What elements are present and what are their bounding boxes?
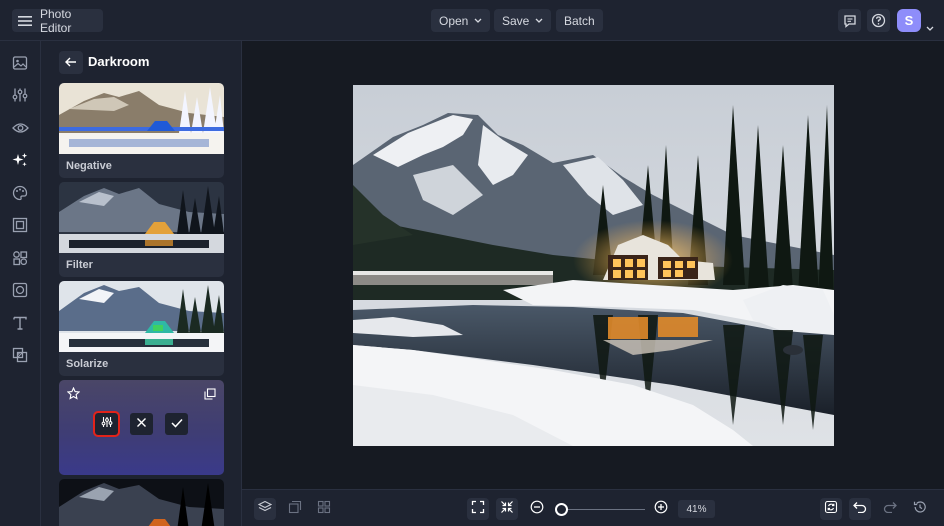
layers-overlay-icon[interactable]	[10, 345, 30, 365]
zoom-slider-thumb[interactable]	[555, 503, 568, 516]
effect-label: Negative	[66, 160, 112, 172]
sliders-icon	[101, 415, 113, 433]
eye-icon[interactable]	[10, 118, 30, 138]
effect-card-filter[interactable]: Filter	[59, 182, 224, 277]
image-icon[interactable]	[10, 53, 30, 73]
save-label: Save	[502, 13, 530, 28]
batch-button[interactable]: Batch	[556, 9, 603, 32]
frame-icon[interactable]	[10, 215, 30, 235]
tool-sidebar	[0, 41, 41, 526]
chat-button[interactable]	[838, 9, 861, 32]
chevron-down-icon[interactable]	[926, 18, 934, 36]
fit-screen-button[interactable]	[467, 498, 489, 520]
redo-icon	[883, 500, 897, 518]
app-title: Photo Editor	[40, 6, 72, 35]
zoom-in-button[interactable]	[650, 498, 672, 520]
reset-button[interactable]	[820, 498, 842, 520]
user-avatar[interactable]: S	[897, 9, 921, 32]
palette-icon[interactable]	[10, 183, 30, 203]
effects-sparkle-icon[interactable]	[10, 150, 30, 170]
help-button[interactable]	[867, 9, 890, 32]
bottom-toolbar: 41%	[242, 489, 944, 526]
undo-button[interactable]	[849, 498, 871, 520]
next-effect-thumbnail	[59, 479, 224, 526]
chevron-down-icon	[535, 18, 543, 23]
adjust-settings-button[interactable]	[93, 411, 120, 437]
darkroom-panel: Darkroom Negative Filter Solarize	[41, 41, 242, 526]
avatar-initial: S	[904, 13, 914, 28]
text-icon[interactable]	[10, 313, 30, 333]
arrow-left-icon	[65, 54, 77, 72]
panel-title: Darkroom	[88, 54, 150, 69]
app-menu-button[interactable]: Photo Editor	[12, 6, 103, 35]
shrink-icon	[500, 500, 514, 519]
open-button[interactable]: Open	[431, 9, 491, 32]
compare-icon	[288, 500, 302, 519]
help-icon	[871, 13, 886, 28]
zoom-percentage[interactable]: 41%	[678, 500, 715, 518]
solarize-thumbnail	[59, 281, 224, 352]
check-icon	[170, 415, 183, 433]
expand-icon	[471, 500, 485, 519]
refresh-icon	[824, 500, 838, 519]
save-button[interactable]: Save	[494, 9, 552, 32]
shapes-icon[interactable]	[10, 248, 30, 268]
chat-icon	[843, 14, 857, 28]
zoom-out-button[interactable]	[526, 498, 548, 520]
zoom-slider-track[interactable]	[555, 509, 645, 510]
open-label: Open	[439, 13, 469, 28]
actual-size-button[interactable]	[496, 498, 518, 520]
grid-icon	[317, 500, 331, 519]
filter-thumbnail	[59, 182, 224, 253]
texture-icon[interactable]	[10, 280, 30, 300]
effect-card-solarize[interactable]: Solarize	[59, 281, 224, 376]
apply-effect-button[interactable]	[165, 413, 188, 435]
batch-label: Batch	[564, 13, 595, 28]
history-button[interactable]	[909, 498, 931, 520]
top-bar: Photo Editor Open Save Batch S	[0, 0, 944, 41]
plus-circle-icon	[654, 500, 668, 519]
active-effect-card	[59, 380, 224, 475]
minus-circle-icon	[530, 500, 544, 519]
effect-label: Solarize	[66, 358, 109, 370]
copy-icon[interactable]	[204, 387, 216, 405]
history-icon	[913, 500, 927, 519]
grid-button[interactable]	[313, 498, 335, 520]
hamburger-icon	[18, 15, 32, 27]
effect-card-next[interactable]	[59, 479, 224, 526]
adjustments-icon[interactable]	[10, 85, 30, 105]
photo-canvas[interactable]	[353, 85, 834, 446]
layers-button[interactable]	[254, 498, 276, 520]
layers-icon	[257, 500, 273, 519]
chevron-down-icon	[474, 18, 482, 23]
effect-label: Filter	[66, 259, 93, 271]
canvas-area[interactable]	[242, 41, 944, 489]
cancel-effect-button[interactable]	[130, 413, 153, 435]
back-button[interactable]	[59, 51, 83, 74]
close-icon	[136, 415, 147, 433]
redo-button[interactable]	[879, 498, 901, 520]
effect-card-negative[interactable]: Negative	[59, 83, 224, 178]
compare-button[interactable]	[284, 498, 306, 520]
negative-thumbnail	[59, 83, 224, 154]
star-icon[interactable]	[66, 386, 81, 405]
undo-icon	[853, 500, 867, 518]
